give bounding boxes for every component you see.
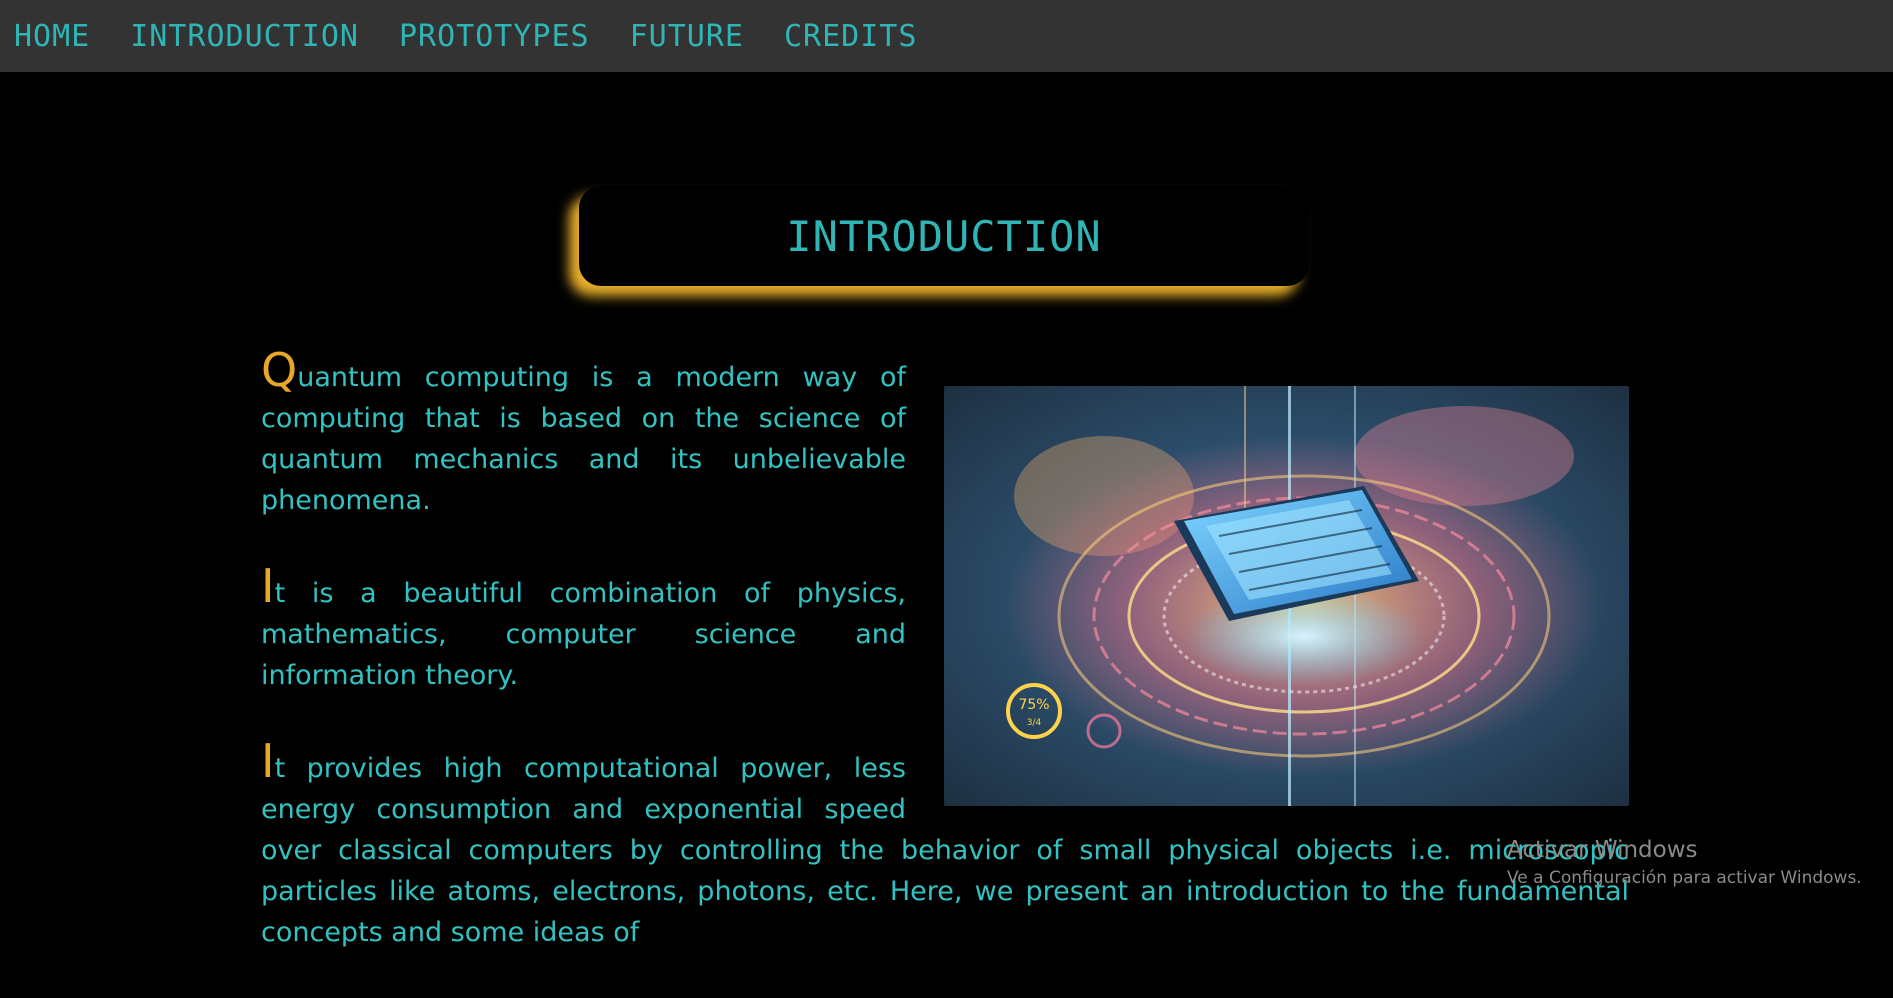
section-title: INTRODUCTION bbox=[786, 211, 1102, 261]
nav-future-link[interactable]: FUTURE bbox=[630, 19, 744, 54]
dropcap-letter: I bbox=[261, 734, 275, 788]
quantum-chip-image: 75% 3/4 bbox=[944, 386, 1629, 806]
paragraph-text: uantum computing is a modern way of comp… bbox=[261, 362, 906, 516]
section-title-box: INTRODUCTION bbox=[579, 186, 1309, 286]
windows-activation-watermark: Activar Windows Ve a Configuración para … bbox=[1507, 835, 1862, 891]
quantum-chip-illustration: 75% 3/4 bbox=[944, 386, 1629, 806]
top-navbar: HOME INTRODUCTION PROTOTYPES FUTURE CRED… bbox=[0, 0, 1893, 72]
nav-introduction-link[interactable]: INTRODUCTION bbox=[130, 19, 359, 54]
nav-credits-link[interactable]: CREDITS bbox=[784, 19, 917, 54]
watermark-subtitle: Ve a Configuración para activar Windows. bbox=[1507, 868, 1862, 888]
chip-badge-fraction: 3/4 bbox=[1027, 718, 1042, 728]
dropcap-letter: Q bbox=[261, 343, 298, 397]
nav-home-link[interactable]: HOME bbox=[14, 19, 90, 54]
chip-badge-percent: 75% bbox=[1018, 697, 1049, 713]
intro-content: 75% 3/4 Quantum computing is a modern wa… bbox=[261, 347, 1629, 998]
paragraph-text: t is a beautiful combination of physics,… bbox=[261, 578, 906, 691]
watermark-title: Activar Windows bbox=[1507, 837, 1698, 863]
dropcap-letter: I bbox=[261, 559, 275, 613]
nav-prototypes-link[interactable]: PROTOTYPES bbox=[399, 19, 590, 54]
